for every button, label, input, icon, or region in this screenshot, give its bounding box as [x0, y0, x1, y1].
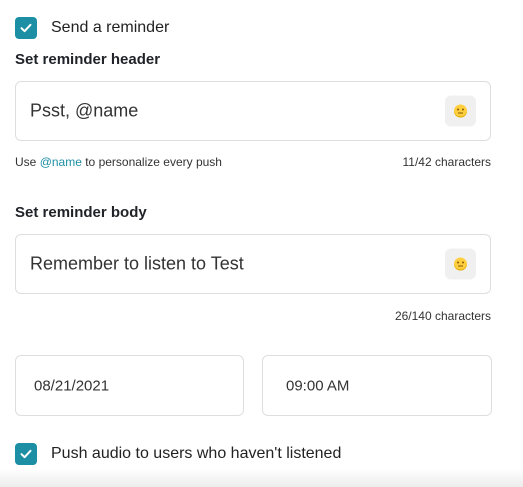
time-value[interactable]: 09:00 AM	[286, 377, 349, 394]
checkmark-icon	[20, 23, 32, 33]
header-char-count: 11/42 characters	[402, 155, 492, 169]
reminder-body-label: Set reminder body	[15, 204, 147, 221]
reminder-body-input[interactable]: Remember to listen to Test	[15, 234, 491, 294]
header-emoji-button[interactable]	[445, 95, 476, 127]
reminder-settings-panel: Send a reminder Set reminder header Psst…	[0, 0, 523, 487]
emoji-icon	[454, 104, 467, 118]
body-emoji-button[interactable]	[445, 248, 476, 280]
send-reminder-label: Send a reminder	[51, 19, 170, 36]
checkmark-icon	[20, 449, 32, 459]
push-audio-checkbox[interactable]	[15, 443, 37, 465]
date-value[interactable]: 08/21/2021	[34, 377, 109, 394]
body-char-count: 26/140 characters	[394, 309, 491, 323]
reminder-header-label: Set reminder header	[15, 51, 161, 68]
push-audio-label: Push audio to users who haven't listened	[51, 445, 342, 462]
helper-prefix: Use	[15, 155, 40, 169]
send-reminder-row[interactable]: Send a reminder	[15, 17, 169, 39]
time-input[interactable]: 09:00 AM	[262, 355, 492, 416]
push-audio-row[interactable]: Push audio to users who haven't listened	[15, 443, 341, 465]
reminder-header-value[interactable]: Psst, @name	[30, 101, 138, 122]
reminder-header-input[interactable]: Psst, @name	[15, 81, 491, 141]
date-input[interactable]: 08/21/2021	[15, 355, 244, 416]
reminder-body-value[interactable]: Remember to listen to Test	[30, 254, 244, 275]
header-helper-text: Use @name to personalize every push	[15, 155, 222, 169]
helper-suffix: to personalize every push	[81, 155, 222, 169]
bottom-fade	[0, 469, 523, 487]
send-reminder-checkbox[interactable]	[15, 17, 37, 39]
name-mention-token: @name	[39, 155, 82, 169]
emoji-icon	[454, 257, 467, 271]
